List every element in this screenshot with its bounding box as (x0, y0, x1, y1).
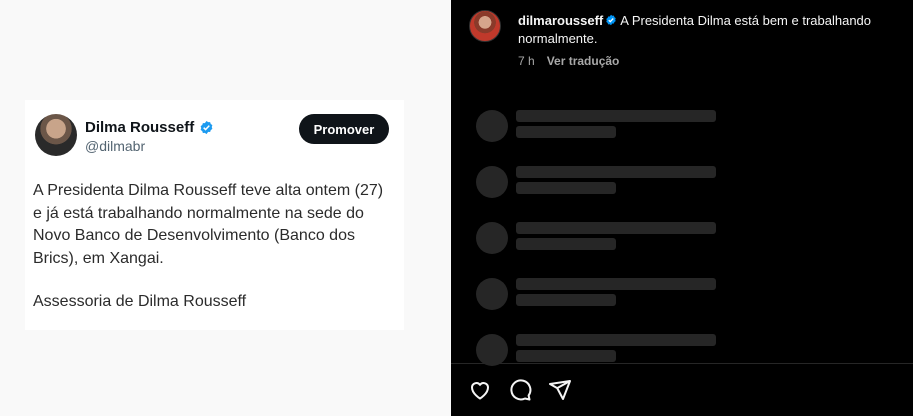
tweet-text: A Presidenta Dilma Rousseff teve alta on… (33, 182, 384, 267)
like-button[interactable] (468, 378, 492, 402)
tweet-author: Dilma Rousseff (85, 119, 214, 136)
comments-panel: dilmarousseff A Presidenta Dilma está be… (451, 0, 913, 416)
comment-skeleton (476, 166, 716, 206)
tweet-author-name: Dilma Rousseff (85, 119, 195, 136)
share-icon (549, 380, 571, 400)
divider (451, 363, 913, 364)
heart-icon (470, 382, 490, 400)
promote-button: Promover (299, 114, 389, 144)
see-translation-button[interactable]: Ver tradução (547, 54, 620, 68)
tweet-card: Dilma Rousseff @dilmabr Promover A Presi… (25, 100, 404, 330)
username-link[interactable]: dilmarousseff (518, 13, 603, 28)
tweet-signature: Assessoria de Dilma Rousseff (33, 293, 247, 310)
comment-icon (510, 379, 532, 401)
comment-skeleton (476, 334, 716, 374)
tweet-handle: @dilmabr (85, 138, 146, 154)
comment-button[interactable] (508, 378, 532, 402)
comment-skeleton (476, 278, 716, 318)
post-caption: dilmarousseff A Presidenta Dilma está be… (518, 12, 903, 48)
post-image: Dilma Rousseff @dilmabr Promover A Presi… (0, 0, 451, 416)
tweet-avatar (35, 114, 77, 156)
post-meta: 7 h Ver tradução (518, 54, 619, 68)
verified-badge-icon (606, 14, 616, 26)
share-button[interactable] (548, 378, 572, 402)
comment-skeleton (476, 222, 716, 262)
timestamp[interactable]: 7 h (518, 54, 535, 68)
verified-badge-icon (200, 120, 213, 135)
comment-skeleton (476, 110, 716, 150)
avatar[interactable] (469, 10, 501, 42)
